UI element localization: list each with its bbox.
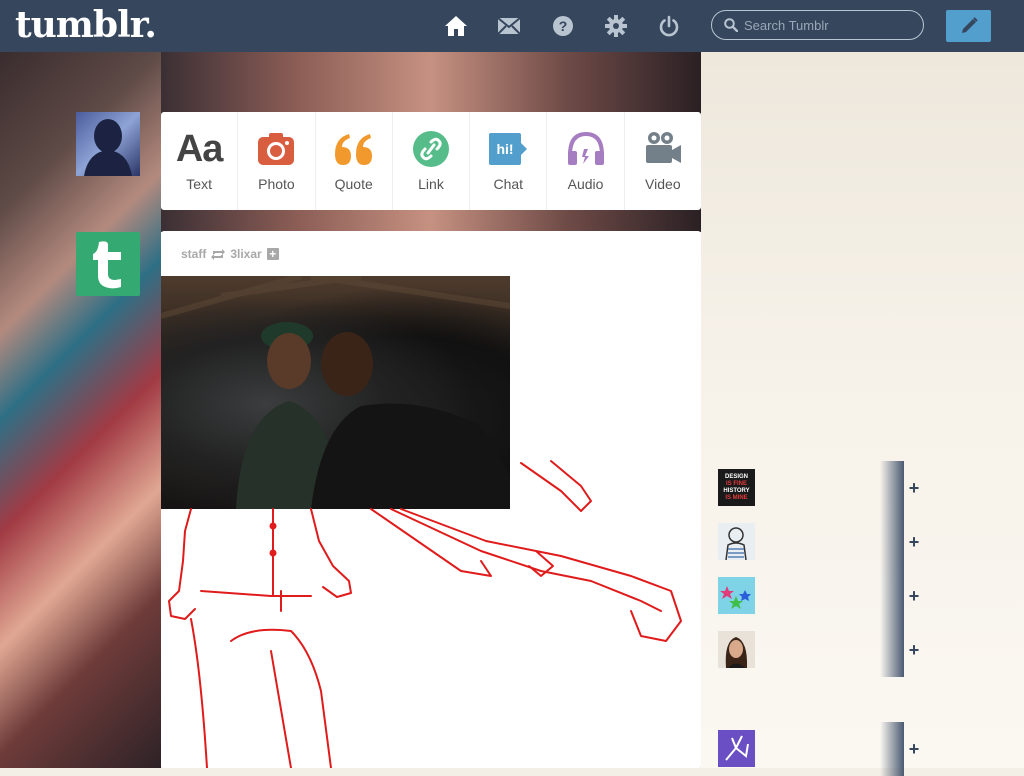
home-icon[interactable] bbox=[444, 14, 468, 38]
search-box[interactable] bbox=[711, 10, 924, 40]
recommended-blog-item[interactable]: + bbox=[718, 515, 919, 569]
link-icon bbox=[412, 130, 450, 168]
tumblr-t-icon bbox=[85, 238, 131, 290]
top-navigation-bar: tumblr. ? bbox=[0, 0, 1024, 52]
recommended-fade bbox=[880, 515, 904, 569]
help-icon[interactable]: ? bbox=[551, 14, 575, 38]
avatar-text-line: HISTORY bbox=[723, 487, 750, 494]
text-icon: Aa bbox=[175, 128, 224, 170]
compose-post-button[interactable] bbox=[946, 10, 991, 42]
headphones-icon bbox=[566, 130, 606, 168]
post-type-photo[interactable]: Photo bbox=[238, 112, 316, 210]
follow-plus-icon[interactable]: + bbox=[904, 478, 924, 498]
recommended-fade bbox=[880, 623, 904, 677]
recommended-fade bbox=[880, 461, 904, 515]
post-type-label: Text bbox=[186, 176, 212, 192]
post-type-label: Photo bbox=[258, 176, 295, 192]
recommended-fade bbox=[880, 569, 904, 623]
avatar-text-line: DESIGN bbox=[724, 473, 748, 480]
follow-plus-icon[interactable]: + bbox=[904, 640, 924, 660]
blog-avatar[interactable] bbox=[718, 523, 755, 561]
follow-plus-icon[interactable]: + bbox=[904, 586, 924, 606]
dashboard-post: staff 3lixar + bbox=[161, 231, 701, 768]
post-type-label: Video bbox=[645, 176, 681, 192]
blog-avatar[interactable] bbox=[718, 577, 755, 614]
follow-plus-icon[interactable]: + bbox=[904, 532, 924, 552]
chat-icon: hi! bbox=[488, 130, 528, 168]
search-input[interactable] bbox=[742, 16, 916, 34]
post-type-selector: Aa Text Photo Quote Link hi! Chat Audio bbox=[161, 112, 701, 210]
user-avatar[interactable] bbox=[76, 112, 140, 176]
staff-avatar[interactable] bbox=[76, 232, 140, 296]
follow-plus-icon[interactable]: + bbox=[904, 739, 924, 759]
power-icon[interactable] bbox=[657, 14, 681, 38]
post-type-chat[interactable]: hi! Chat bbox=[470, 112, 548, 210]
svg-text:hi!: hi! bbox=[497, 141, 514, 157]
post-type-label: Audio bbox=[567, 176, 604, 192]
camera-icon bbox=[257, 130, 295, 168]
svg-text:?: ? bbox=[559, 18, 568, 34]
post-type-text[interactable]: Aa Text bbox=[161, 112, 239, 210]
post-type-quote[interactable]: Quote bbox=[316, 112, 393, 210]
mail-icon[interactable] bbox=[497, 14, 521, 38]
video-icon bbox=[643, 130, 683, 168]
gear-icon[interactable] bbox=[604, 14, 628, 38]
recommended-blog-item[interactable]: DESIGN IS FINE HISTORY IS MINE + bbox=[718, 461, 919, 515]
avatar-text-line: IS MINE bbox=[725, 494, 748, 501]
search-icon bbox=[724, 18, 738, 32]
tumblr-logo[interactable]: tumblr. bbox=[15, 4, 157, 46]
blog-avatar[interactable] bbox=[718, 730, 755, 767]
pencil-icon bbox=[959, 16, 979, 36]
post-type-label: Link bbox=[418, 176, 444, 192]
post-type-audio[interactable]: Audio bbox=[547, 112, 625, 210]
post-type-video[interactable]: Video bbox=[625, 112, 701, 210]
post-type-link[interactable]: Link bbox=[393, 112, 471, 210]
recommended-blog-item[interactable]: + bbox=[718, 623, 919, 677]
post-type-label: Chat bbox=[493, 176, 524, 192]
avatar-text-line: IS FINE bbox=[725, 480, 747, 487]
post-type-label: Quote bbox=[334, 176, 373, 192]
recommended-blog-item[interactable]: + bbox=[718, 569, 919, 623]
blog-avatar[interactable]: DESIGN IS FINE HISTORY IS MINE bbox=[718, 469, 755, 506]
quote-icon bbox=[333, 130, 375, 168]
blog-avatar[interactable] bbox=[718, 631, 755, 668]
post-red-line-drawing bbox=[168, 460, 682, 768]
